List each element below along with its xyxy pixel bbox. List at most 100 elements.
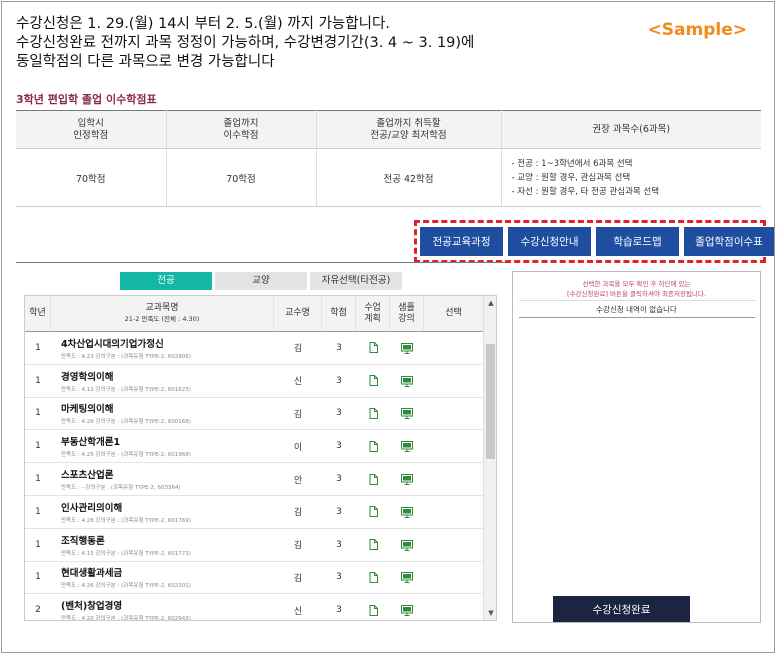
course-rows: 1 4차산업시대의기업가정신 만족도 : 4.23 강의구분 : (과목유형 TYP… — [25, 332, 483, 620]
course-year: 1 — [35, 474, 41, 485]
credit-value-minimum: 전공 42학점 — [316, 148, 502, 207]
course-select-cell[interactable] — [424, 529, 483, 561]
course-plan-cell — [356, 496, 390, 528]
course-select-cell[interactable] — [424, 365, 483, 397]
credit-value-required: 70학점 — [166, 148, 317, 207]
sample-lecture-cell — [390, 463, 424, 495]
course-professor: 김 — [293, 508, 303, 519]
tab-free-elective[interactable]: 자유선택(타전공) — [310, 272, 402, 290]
document-icon[interactable] — [369, 539, 378, 551]
notice-line-3: 동일학점의 다른 과목으로 변경 가능합니다 — [16, 54, 275, 70]
course-title[interactable]: 스포츠산업론 — [61, 467, 113, 481]
course-table-header: 학년 교과목명 21-2 만족도 (전체 : 4.30) 교수명 학점 수업 계… — [25, 296, 483, 332]
header-sample-lecture: 샘플 강의 — [390, 296, 424, 331]
course-row[interactable]: 1 조직행동론만족도 : 4.15 강의구분 : (과목유형 TYPE-2, 60… — [25, 529, 483, 562]
graduation-credit-button[interactable]: 졸업학점이수표 — [684, 227, 774, 256]
monitor-icon[interactable] — [401, 506, 413, 518]
course-row[interactable]: 1 경영학의이해 만족도 : 4.12 강의구분 : (과목유형 TYPE-2, 6… — [25, 365, 483, 398]
credit-header-admission: 입학시 인정학점 — [16, 110, 167, 149]
sample-lecture-cell — [390, 562, 424, 594]
document-icon[interactable] — [369, 342, 378, 354]
sample-lecture-cell — [390, 332, 424, 364]
header-year: 학년 — [25, 296, 51, 331]
course-title[interactable]: 인사관리의이해 — [61, 500, 122, 514]
course-select-cell[interactable] — [424, 594, 483, 620]
course-row[interactable]: 1 인사관리의이해 만족도 : 4.28 강의구분 : (과목유형 TYPE-2, … — [25, 496, 483, 529]
course-select-cell[interactable] — [424, 496, 483, 528]
course-year: 1 — [35, 539, 41, 550]
course-plan-cell — [356, 430, 390, 462]
course-row[interactable]: 1 현대생활과세금만족도 : 4.26 강의구분 : (과목유형 TYPE-2, … — [25, 562, 483, 595]
learning-roadmap-button[interactable]: 학습로드맵 — [596, 227, 679, 256]
course-title[interactable]: 마케팅의이해 — [61, 401, 113, 415]
major-curriculum-button[interactable]: 전공교육과정 — [420, 227, 503, 256]
credit-value-recommend: - 전공 : 1~3학년에서 6과목 선택 - 교양 : 원할 경우, 관심과목… — [501, 148, 761, 207]
course-meta: 만족도 : 4.15 강의구분 : (과목유형 TYPE-2, 601773) — [61, 550, 191, 557]
selection-instruction-line-2: [수강신청완료] 버튼을 클릭하셔야 최종저장됩니다. — [567, 290, 706, 298]
tab-major[interactable]: 전공 — [120, 272, 212, 290]
course-plan-cell — [356, 463, 390, 495]
sample-lecture-cell — [390, 594, 424, 620]
course-plan-cell — [356, 594, 390, 620]
monitor-icon[interactable] — [401, 572, 413, 584]
course-title[interactable]: 4차산업시대의기업가정신 — [61, 336, 164, 350]
credit-header-minimum: 졸업까지 취득할 전공/교양 최저학점 — [316, 110, 502, 149]
document-icon[interactable] — [369, 473, 378, 485]
recommend-major: - 전공 : 1~3학년에서 6과목 선택 — [511, 158, 633, 169]
header-professor: 교수명 — [274, 296, 322, 331]
course-select-cell[interactable] — [424, 562, 483, 594]
monitor-icon[interactable] — [401, 441, 413, 453]
course-select-cell[interactable] — [424, 463, 483, 495]
enrollment-guide-button[interactable]: 수강신청안내 — [508, 227, 591, 256]
course-title[interactable]: 부동산학개론1 — [61, 434, 120, 448]
monitor-icon[interactable] — [401, 375, 413, 387]
document-icon[interactable] — [369, 440, 378, 452]
document-icon[interactable] — [369, 407, 378, 419]
course-title[interactable]: (벤처)창업경영 — [61, 598, 122, 612]
monitor-icon[interactable] — [401, 605, 413, 617]
monitor-icon[interactable] — [401, 539, 413, 551]
course-row[interactable]: 2 (벤처)창업경영 만족도 : 4.20 강의구분 : (과목유형 TYPE-2,… — [25, 594, 483, 620]
credit-table-title: 3학년 편입학 졸업 이수학점표 — [16, 93, 157, 106]
header-credit: 학점 — [322, 296, 356, 331]
monitor-icon[interactable] — [401, 474, 413, 486]
course-meta: 만족도 : 4.26 강의구분 : (과목유형 TYPE-2, 602301) — [61, 583, 191, 590]
header-select: 선택 — [445, 308, 462, 318]
course-credit: 3 — [336, 506, 342, 517]
scroll-thumb[interactable] — [486, 344, 495, 459]
course-name-cell: 경영학의이해만족도 : 4.12 강의구분 : (과목유형 TYPE-2, 60… — [51, 365, 274, 397]
course-year: 2 — [35, 605, 41, 616]
course-title[interactable]: 현대생활과세금 — [61, 565, 122, 579]
course-select-cell[interactable] — [424, 332, 483, 364]
course-row[interactable]: 1 4차산업시대의기업가정신 만족도 : 4.23 강의구분 : (과목유형 TYP… — [25, 332, 483, 365]
course-row[interactable]: 1 스포츠산업론 만족도 : - 강의구분 : (과목유형 TYPE-2, 6033… — [25, 463, 483, 496]
document-icon[interactable] — [369, 506, 378, 518]
course-year: 1 — [35, 572, 41, 583]
sample-label: <Sample> — [647, 20, 747, 40]
panel-divider-bottom — [519, 317, 755, 318]
document-icon[interactable] — [369, 571, 378, 583]
course-name-cell: 4차산업시대의기업가정신 만족도 : 4.23 강의구분 : (과목유형 TYPE… — [51, 332, 274, 364]
course-row[interactable]: 1 마케팅의이해 만족도 : 4.26 강의구분 : (과목유형 TYPE-2, 6… — [25, 398, 483, 431]
selection-instruction: 선택한 과목을 모두 확인 후 하단에 있는 [수강신청완료] 버튼을 클릭하셔… — [513, 279, 760, 299]
credit-table: 입학시 인정학점 졸업까지 이수학점 졸업까지 취득할 전공/교양 최저학점 권… — [16, 110, 761, 207]
course-title[interactable]: 조직행동론 — [61, 533, 105, 547]
scroll-up-icon[interactable]: ▲ — [484, 296, 496, 310]
tab-liberal-arts[interactable]: 교양 — [215, 272, 307, 290]
document-icon[interactable] — [369, 375, 378, 387]
course-select-cell[interactable] — [424, 430, 483, 462]
course-meta: 만족도 : 4.12 강의구분 : (과목유형 TYPE-2, 601623) — [61, 386, 191, 393]
scroll-down-icon[interactable]: ▼ — [484, 606, 496, 620]
monitor-icon[interactable] — [401, 342, 413, 354]
course-select-cell[interactable] — [424, 398, 483, 430]
course-row[interactable]: 1 부동산학개론1 만족도 : 4.25 강의구분 : (과목유형 TYPE-2, … — [25, 430, 483, 464]
monitor-icon[interactable] — [401, 408, 413, 420]
course-name-cell: (벤처)창업경영 만족도 : 4.20 강의구분 : (과목유형 TYPE-2, … — [51, 594, 274, 620]
enrollment-complete-button[interactable]: 수강신청완료 — [553, 596, 690, 622]
notice-line-1: 수강신청은 1. 29.(월) 14시 부터 2. 5.(월) 까지 가능합니다… — [16, 16, 390, 32]
course-name-cell: 스포츠산업론 만족도 : - 강의구분 : (과목유형 TYPE-2, 60336… — [51, 463, 274, 495]
course-title[interactable]: 경영학의이해 — [61, 369, 113, 383]
course-list-scrollbar[interactable]: ▲ ▼ — [483, 296, 496, 620]
document-icon[interactable] — [369, 604, 378, 616]
section-divider — [16, 262, 505, 263]
